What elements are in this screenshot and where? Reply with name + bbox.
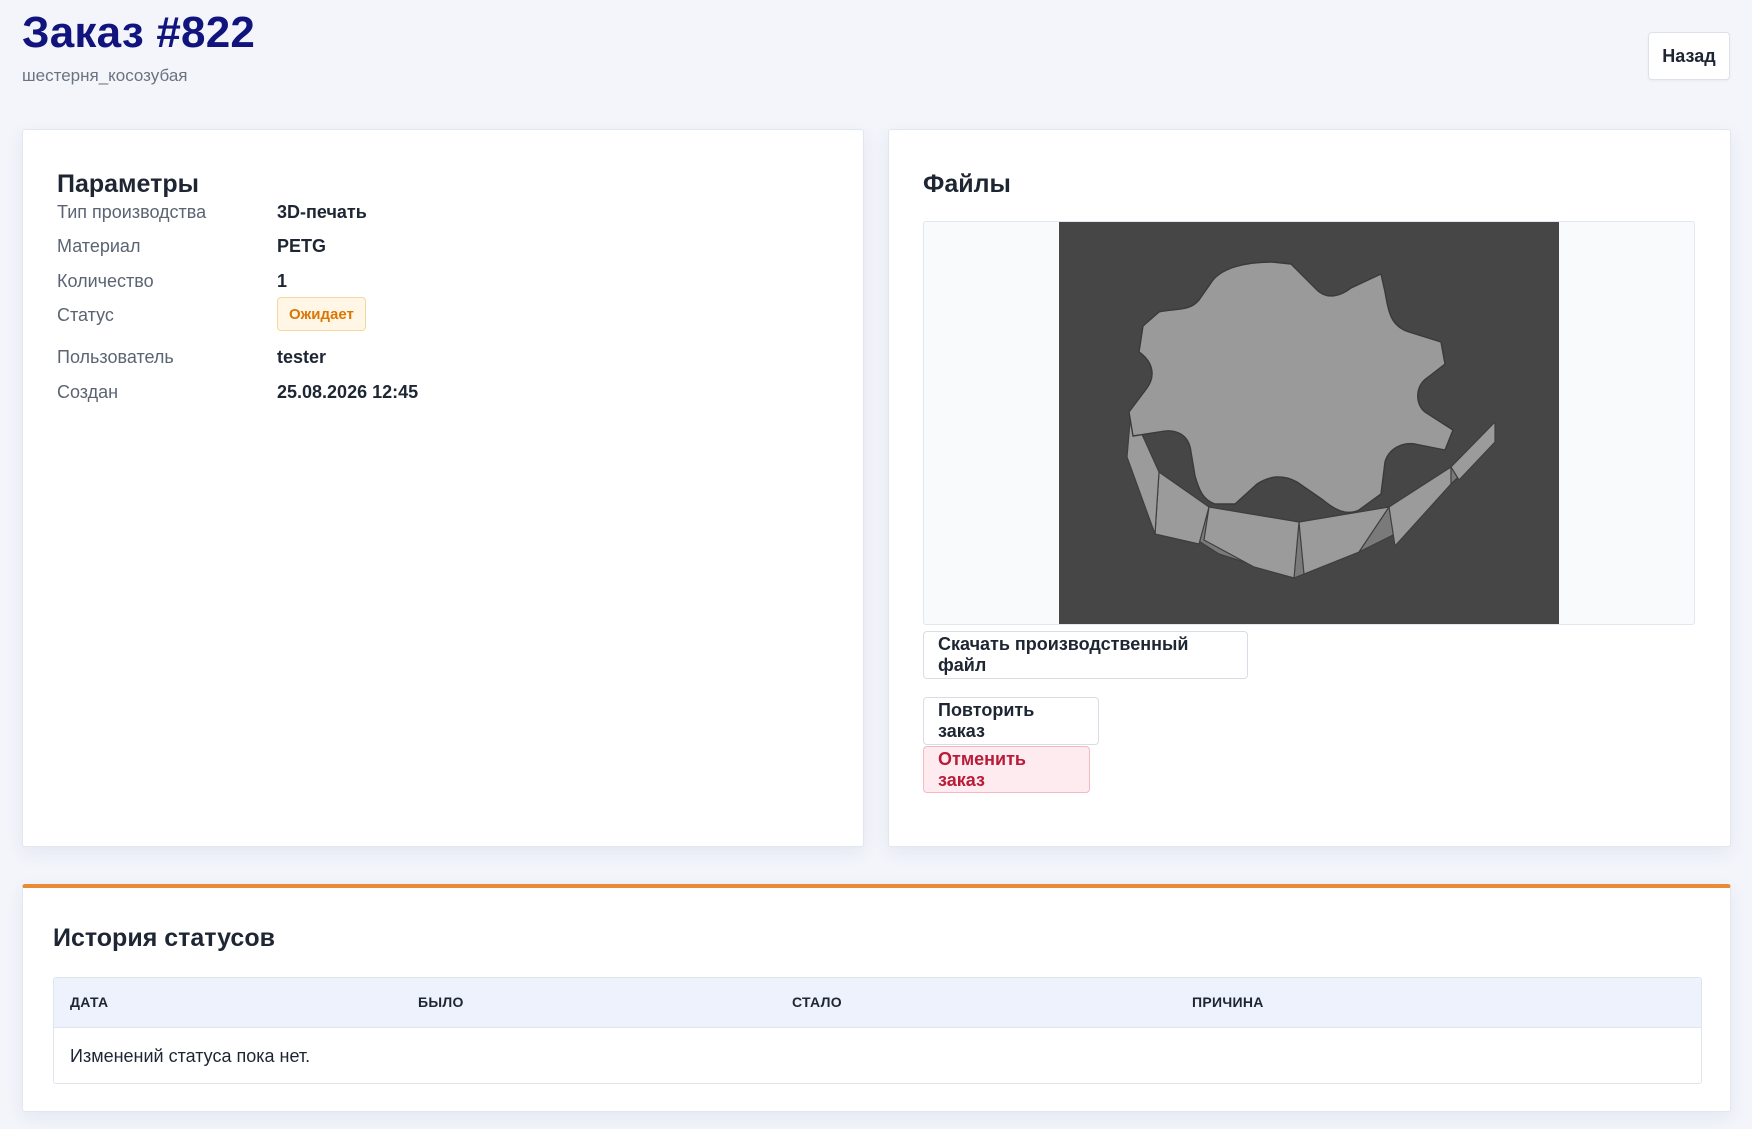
parameters-card: Параметры Тип производства 3D-печать Мат… <box>22 129 864 847</box>
column-became: СТАЛО <box>792 994 842 1010</box>
status-history-card: История статусов ДАТА БЫЛО СТАЛО ПРИЧИНА… <box>22 884 1731 1112</box>
param-label: Создан <box>57 382 119 402</box>
param-label: Количество <box>57 271 154 291</box>
repeat-order-button[interactable]: Повторить заказ <box>923 697 1099 745</box>
empty-history-text: Изменений статуса пока нет. <box>70 1046 311 1066</box>
param-row-material: Материал PETG <box>57 236 817 266</box>
column-reason: ПРИЧИНА <box>1192 994 1264 1010</box>
param-label: Материал <box>57 236 141 256</box>
param-value: 1 <box>277 271 288 291</box>
param-row-user: Пользователь tester <box>57 347 817 377</box>
status-history-title: История статусов <box>53 924 275 952</box>
param-value: tester <box>277 347 327 367</box>
column-date: ДАТА <box>70 994 109 1010</box>
status-badge: Ожидает <box>277 297 366 331</box>
param-label: Тип производства <box>57 202 207 222</box>
file-preview <box>923 221 1695 625</box>
table-header: ДАТА БЫЛО СТАЛО ПРИЧИНА <box>54 978 1701 1028</box>
page-subtitle: шестерня_косозубая <box>22 66 188 85</box>
files-card: Файлы Скачать производственный файл Повт… <box>888 129 1731 847</box>
page-title: Заказ #822 <box>22 8 256 57</box>
gear-icon <box>1126 261 1496 579</box>
column-was: БЫЛО <box>418 994 464 1010</box>
param-row-created: Создан 25.08.2026 12:45 <box>57 382 817 412</box>
download-production-file-button[interactable]: Скачать производственный файл <box>923 631 1248 679</box>
param-row-quantity: Количество 1 <box>57 271 817 301</box>
files-title: Файлы <box>923 170 1011 198</box>
param-value: PETG <box>277 236 327 256</box>
param-row-production-type: Тип производства 3D-печать <box>57 202 817 232</box>
param-row-status: Статус Ожидает <box>57 297 817 335</box>
gear-model-preview-image <box>1059 222 1559 624</box>
parameters-title: Параметры <box>57 170 199 198</box>
status-history-table: ДАТА БЫЛО СТАЛО ПРИЧИНА Изменений статус… <box>53 977 1702 1084</box>
param-label: Статус <box>57 305 114 325</box>
param-label: Пользователь <box>57 347 174 367</box>
cancel-order-button[interactable]: Отменить заказ <box>923 746 1090 793</box>
back-button[interactable]: Назад <box>1648 32 1730 80</box>
param-value: 3D-печать <box>277 202 367 222</box>
page-header: Заказ #822 шестерня_косозубая Назад <box>0 0 1752 112</box>
param-value: 25.08.2026 12:45 <box>277 382 419 402</box>
